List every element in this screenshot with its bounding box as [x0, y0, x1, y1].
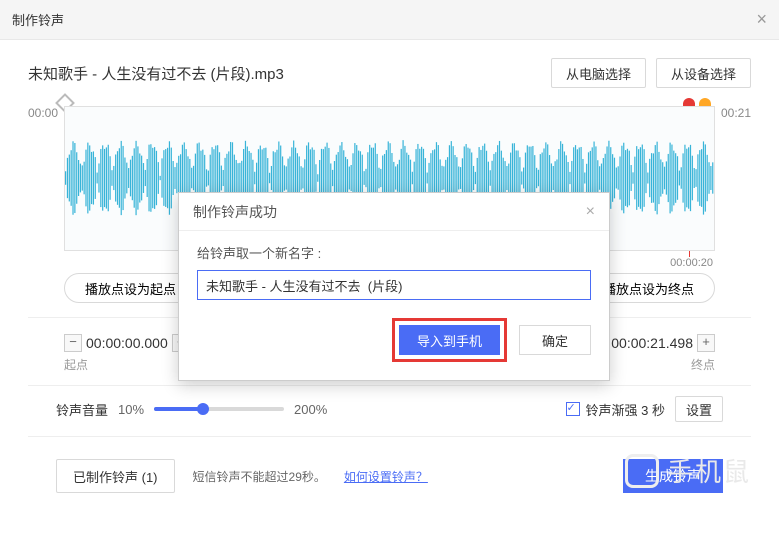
success-modal: 制作铃声成功 × 给铃声取一个新名字 : 导入到手机 确定: [178, 192, 610, 381]
modal-titlebar: 制作铃声成功 ×: [179, 193, 609, 231]
modal-overlay: 制作铃声成功 × 给铃声取一个新名字 : 导入到手机 确定: [0, 0, 779, 559]
modal-title: 制作铃声成功: [193, 202, 277, 222]
modal-close-icon[interactable]: ×: [586, 203, 595, 221]
modal-body: 给铃声取一个新名字 :: [179, 231, 609, 308]
modal-rename-label: 给铃声取一个新名字 :: [197, 243, 591, 262]
ok-button[interactable]: 确定: [519, 325, 591, 355]
modal-actions: 导入到手机 确定: [179, 308, 609, 380]
ringtone-name-input[interactable]: [197, 270, 591, 300]
highlight-box: 导入到手机: [392, 318, 507, 362]
import-to-phone-button[interactable]: 导入到手机: [399, 325, 500, 355]
